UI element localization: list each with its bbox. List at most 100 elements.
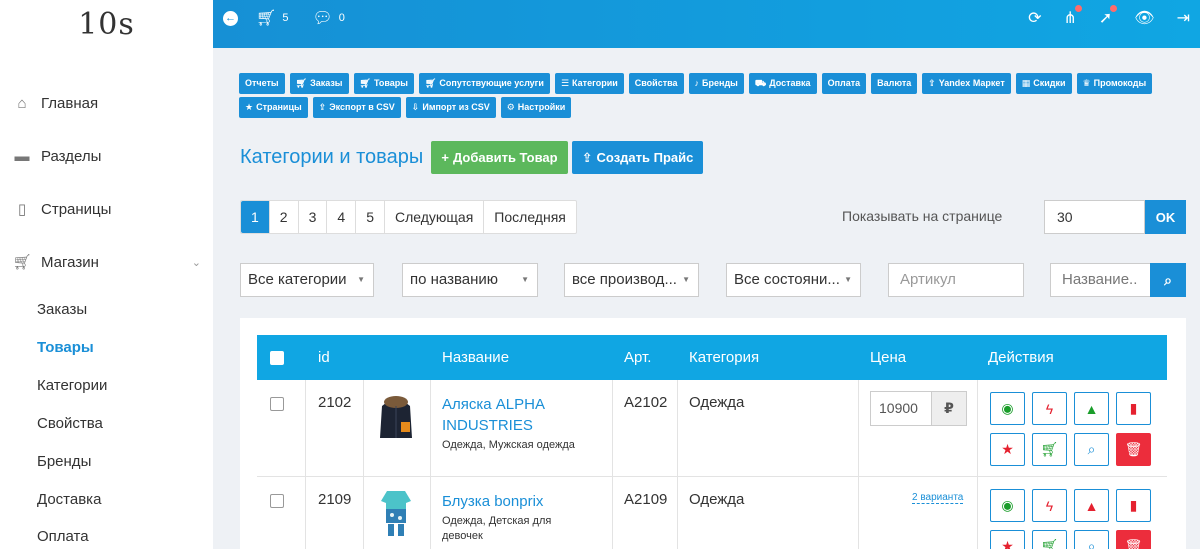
menu-import-csv[interactable]: ⇩ Импорт из CSV	[405, 97, 496, 118]
menu-reports[interactable]: Отчеты	[239, 73, 285, 94]
sidebar: 10s ⌂ Главная ▬ Разделы ▯ Страницы 🛒︎ Ма…	[0, 0, 213, 549]
hit-button[interactable]: ϟ	[1032, 489, 1067, 522]
sidebar-sub-payment[interactable]: Оплата	[37, 528, 89, 545]
product-thumbnail[interactable]	[374, 392, 418, 440]
page-2[interactable]: 2	[270, 201, 299, 233]
header-actions: Действия	[988, 349, 1054, 366]
featured-button[interactable]: ★	[990, 530, 1025, 549]
eye-icon[interactable]: 👁︎	[1134, 8, 1154, 28]
search-button[interactable]: ⌕	[1074, 433, 1109, 466]
menu-delivery[interactable]: ⛟ Доставка	[748, 73, 817, 94]
add-product-button[interactable]: + Добавить Товар	[431, 141, 568, 174]
page-4[interactable]: 4	[327, 201, 357, 233]
comments-icon[interactable]: 💬︎	[312, 8, 332, 28]
sidebar-item-label: Магазин	[41, 253, 99, 271]
sidebar-item-pages[interactable]: ▯ Страницы	[0, 189, 213, 229]
search-icon: ⌕	[1164, 271, 1172, 288]
menu-export-csv[interactable]: ⇪ Экспорт в CSV	[312, 97, 401, 118]
rocket-icon[interactable]: ➚	[1099, 5, 1118, 28]
cart-icon: 🛒︎	[1040, 441, 1059, 457]
view-button[interactable]: ◉	[990, 392, 1025, 425]
delete-button[interactable]: 🗑︎	[1116, 433, 1151, 466]
page-title: Категории и товары	[240, 146, 424, 168]
menu-settings[interactable]: ⚙ Настройки	[500, 97, 572, 118]
price-input[interactable]: 10900 ₽	[870, 391, 967, 426]
upload-icon: ⇪	[928, 78, 936, 88]
star-icon: ★	[1001, 538, 1014, 549]
per-page-input[interactable]: 30	[1044, 200, 1145, 234]
menu-orders[interactable]: 🛒︎ Заказы	[289, 73, 349, 94]
search-button[interactable]: ⌕	[1150, 263, 1186, 297]
sort-select[interactable]: по названию ▼	[402, 263, 538, 297]
sidebar-item-label: Разделы	[41, 147, 102, 165]
row-checkbox[interactable]	[270, 397, 284, 411]
category-filter-select[interactable]: Все категории ▼	[240, 263, 374, 297]
product-thumbnail[interactable]	[379, 487, 413, 537]
cart-icon: 🛒︎	[359, 78, 371, 88]
back-icon[interactable]: ←	[223, 10, 238, 26]
cart-icon: 🛒︎	[424, 78, 437, 88]
menu-discounts[interactable]: ▦ Скидки	[1015, 73, 1072, 94]
caret-down-icon: ▼	[682, 275, 690, 284]
menu-brands[interactable]: ♪ Бренды	[688, 73, 744, 94]
sidebar-sub-delivery[interactable]: Доставка	[37, 491, 101, 508]
in-stock-button[interactable]: 🛒︎	[1032, 433, 1067, 466]
product-name-link[interactable]: Блузка bonprix	[442, 491, 592, 512]
delete-button[interactable]: 🗑︎	[1116, 530, 1151, 549]
sidebar-sub-properties[interactable]: Свойства	[37, 415, 103, 432]
sidebar-item-home[interactable]: ⌂ Главная	[0, 83, 213, 123]
page-next[interactable]: Следующая	[385, 201, 485, 233]
menu-categories[interactable]: ☰ Категории	[554, 73, 624, 94]
per-page-ok-button[interactable]: OK	[1145, 200, 1186, 234]
logo-text: 10s	[78, 6, 135, 42]
in-stock-button[interactable]: 🛒︎	[1032, 530, 1067, 549]
sitemap-icon[interactable]: ⋔	[1063, 5, 1082, 28]
logout-icon[interactable]: ⇥	[1177, 8, 1190, 28]
menu-promocodes[interactable]: ♛ Промокоды	[1076, 73, 1153, 94]
search-button[interactable]: ⌕	[1074, 530, 1109, 549]
view-button[interactable]: ◉	[990, 489, 1025, 522]
notify-button[interactable]: ▲	[1074, 489, 1109, 522]
page-3[interactable]: 3	[299, 201, 328, 233]
sidebar-sub-orders[interactable]: Заказы	[37, 301, 87, 318]
row-category: Одежда	[689, 491, 745, 508]
hit-button[interactable]: ϟ	[1032, 392, 1067, 425]
bell-icon: ♪	[694, 78, 700, 88]
bell-icon: ▲	[1084, 497, 1099, 514]
menu-payment[interactable]: Оплата	[821, 73, 867, 94]
menu-properties[interactable]: Свойства	[628, 73, 684, 94]
notify-button[interactable]: ▲	[1074, 392, 1109, 425]
variants-link[interactable]: 2 варианта	[912, 492, 964, 504]
sidebar-sub-brands[interactable]: Бренды	[37, 453, 91, 470]
logo[interactable]: 10s	[0, 0, 213, 48]
product-name-link[interactable]: Аляска ALPHA INDUSTRIES	[442, 394, 592, 436]
featured-button[interactable]: ★	[990, 433, 1025, 466]
page-last[interactable]: Последняя	[484, 201, 576, 233]
price-value[interactable]: 10900	[871, 392, 931, 425]
menu-currency[interactable]: Валюта	[871, 73, 918, 94]
row-checkbox[interactable]	[270, 494, 284, 508]
menu-related-services[interactable]: 🛒︎ Сопутствующие услуги	[418, 73, 550, 94]
sidebar-item-shop[interactable]: 🛒︎ Магазин ⌄	[0, 242, 213, 282]
sidebar-sub-categories[interactable]: Категории	[37, 377, 107, 394]
bookmark-button[interactable]: ▮	[1116, 392, 1151, 425]
menu-yandex-market[interactable]: ⇪ Yandex Маркет	[922, 73, 1011, 94]
create-price-button[interactable]: ⇪ Создать Прайс	[572, 141, 703, 174]
sidebar-item-sections[interactable]: ▬ Разделы	[0, 136, 213, 176]
page-5[interactable]: 5	[356, 201, 385, 233]
menu-products[interactable]: 🛒︎ Товары	[353, 73, 414, 94]
cart-icon[interactable]: 🛒︎	[256, 8, 276, 28]
refresh-icon[interactable]: ⟳	[1028, 8, 1041, 28]
bookmark-button[interactable]: ▮	[1116, 489, 1151, 522]
topbar: ← 🛒︎ 5 💬︎ 0 ⟳ ⋔ ➚ 👁︎ ⇥	[213, 0, 1200, 48]
sidebar-sub-products[interactable]: Товары	[37, 339, 94, 356]
home-icon: ⌂	[17, 94, 27, 112]
state-filter-select[interactable]: Все состояни... ▼	[726, 263, 861, 297]
name-search-input[interactable]: Название..	[1050, 263, 1151, 297]
menu-pages[interactable]: ★ Страницы	[239, 97, 308, 118]
page-1[interactable]: 1	[241, 201, 270, 233]
table-row: 2102 Аляска ALPHA INDUSTRIES Одежда, Муж…	[257, 380, 1167, 477]
select-all-checkbox[interactable]	[270, 351, 284, 365]
manufacturer-filter-select[interactable]: все производ... ▼	[564, 263, 699, 297]
article-input[interactable]: Артикул	[888, 263, 1024, 297]
